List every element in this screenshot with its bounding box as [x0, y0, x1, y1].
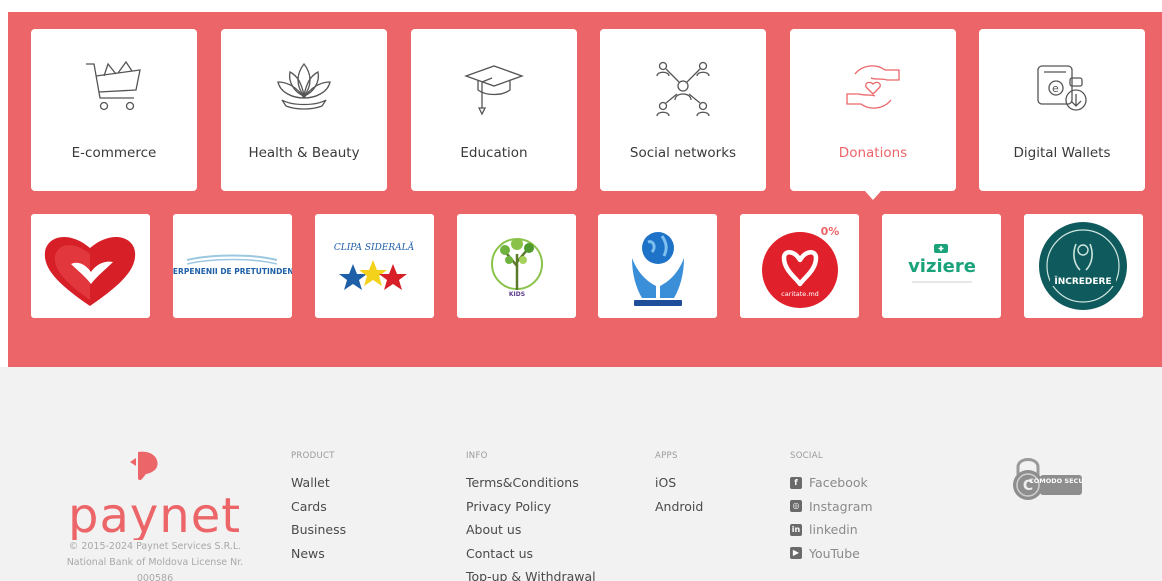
youtube-icon: ▶ [790, 547, 802, 560]
link-terms[interactable]: Terms&Conditions [466, 471, 596, 495]
link-cards[interactable]: Cards [291, 495, 346, 519]
org-heart-dove[interactable] [31, 214, 150, 318]
graduation-cap-icon [464, 65, 524, 116]
link-contact[interactable]: Contact us [466, 542, 596, 566]
link-business[interactable]: Business [291, 518, 346, 542]
org-globe-hands[interactable] [598, 214, 717, 318]
viziere-logo: viziere [908, 244, 976, 283]
seal-text: COMODO SECURE [1029, 477, 1084, 485]
heart-hands-icon [846, 65, 900, 109]
social-instagram[interactable]: ◎ Instagram [790, 495, 873, 519]
org-serpenenii[interactable]: ŞERPENENII DE PRETUTINDENI [173, 214, 292, 318]
link-privacy[interactable]: Privacy Policy [466, 495, 596, 519]
heart-dove-logo [44, 236, 136, 306]
facebook-icon: f [790, 476, 802, 489]
footer-info: INFO Terms&Conditions Privacy Policy Abo… [466, 451, 596, 581]
category-donations[interactable]: Donations [790, 29, 956, 200]
link-android[interactable]: Android [655, 495, 703, 519]
svg-text:e: e [1052, 82, 1059, 95]
link-ios[interactable]: iOS [655, 471, 703, 495]
shopping-cart-icon [86, 60, 141, 111]
link-about[interactable]: About us [466, 518, 596, 542]
category-health-beauty[interactable]: Health & Beauty [221, 29, 387, 191]
social-heading: SOCIAL [790, 451, 823, 461]
category-label: Donations [838, 145, 908, 161]
link-linkedin[interactable]: linkedin [809, 518, 858, 542]
footer-apps: APPS iOS Android [655, 451, 703, 518]
incredere-text: ÎNCREDERE [1054, 275, 1111, 287]
incredere-logo: ÎNCREDERE [1039, 222, 1127, 310]
license-text: National Bank of Moldova License Nr. [66, 557, 244, 568]
comodo-secure-seal[interactable]: C COMODO SECURE [1008, 453, 1084, 501]
kids-tree-logo: KIDS [491, 238, 543, 298]
lotus-icon [277, 62, 331, 110]
social-linkedin[interactable]: in linkedin [790, 518, 873, 542]
link-wallet[interactable]: Wallet [291, 471, 346, 495]
category-label: Digital Wallets [1013, 145, 1111, 161]
link-facebook[interactable]: Facebook [809, 471, 868, 495]
copyright-block: © 2015-2024 Paynet Services S.R.L. Natio… [60, 539, 250, 581]
category-social-networks[interactable]: Social networks [600, 29, 766, 191]
category-digital-wallets[interactable]: e Digital Wallets [979, 29, 1145, 191]
e-wallet-icon: e [1037, 65, 1087, 111]
paynet-logo[interactable]: paynet [64, 448, 244, 540]
apps-heading: APPS [655, 451, 678, 461]
caritate-logo: caritate.md 0% [762, 225, 840, 308]
linkedin-icon: in [790, 523, 802, 536]
license-number: 000586 [136, 573, 174, 581]
org-incredere[interactable]: ÎNCREDERE [1024, 214, 1143, 318]
serpenenii-text: ŞERPENENII DE PRETUTINDENI [173, 267, 292, 276]
caritate-text: caritate.md [781, 290, 819, 298]
serpenenii-logo: ŞERPENENII DE PRETUTINDENI [173, 254, 292, 276]
product-heading: PRODUCT [291, 451, 335, 461]
clipa-siderala-logo: CLIPA SIDERALĂ [334, 241, 415, 290]
link-news[interactable]: News [291, 542, 346, 566]
org-kids-tree[interactable]: KIDS [457, 214, 576, 318]
link-instagram[interactable]: Instagram [809, 495, 873, 519]
info-heading: INFO [466, 451, 488, 461]
category-label: E-commerce [71, 145, 157, 161]
category-label: Health & Beauty [248, 145, 360, 161]
org-viziere[interactable]: viziere [882, 214, 1001, 318]
clipa-text: CLIPA SIDERALĂ [334, 241, 415, 253]
categories-band: E-commerce Health & Beauty Education Soc… [8, 12, 1162, 367]
social-youtube[interactable]: ▶ YouTube [790, 542, 873, 566]
social-facebook[interactable]: f Facebook [790, 471, 873, 495]
kids-text: KIDS [509, 291, 525, 298]
category-education[interactable]: Education [411, 29, 577, 191]
globe-hands-logo [632, 232, 684, 306]
link-youtube[interactable]: YouTube [809, 542, 860, 566]
brand-wordmark: paynet [68, 488, 241, 540]
instagram-icon: ◎ [790, 500, 802, 513]
category-label: Social networks [629, 145, 737, 161]
social-network-icon [656, 61, 710, 117]
category-label: Education [460, 145, 528, 161]
viziere-text: viziere [908, 256, 976, 277]
link-topup[interactable]: Top-up & Withdrawal [466, 565, 596, 581]
page: E-commerce Health & Beauty Education Soc… [0, 0, 1162, 581]
footer-social: SOCIAL f Facebook ◎ Instagram in linkedi… [790, 451, 873, 565]
org-clipa-siderala[interactable]: CLIPA SIDERALĂ [315, 214, 434, 318]
discount-badge: 0% [821, 225, 840, 238]
copyright-text: © 2015-2024 Paynet Services S.R.L. [68, 541, 242, 552]
org-caritate[interactable]: caritate.md 0% [740, 214, 859, 318]
footer-product: PRODUCT Wallet Cards Business News [291, 451, 346, 565]
category-ecommerce[interactable]: E-commerce [31, 29, 197, 191]
